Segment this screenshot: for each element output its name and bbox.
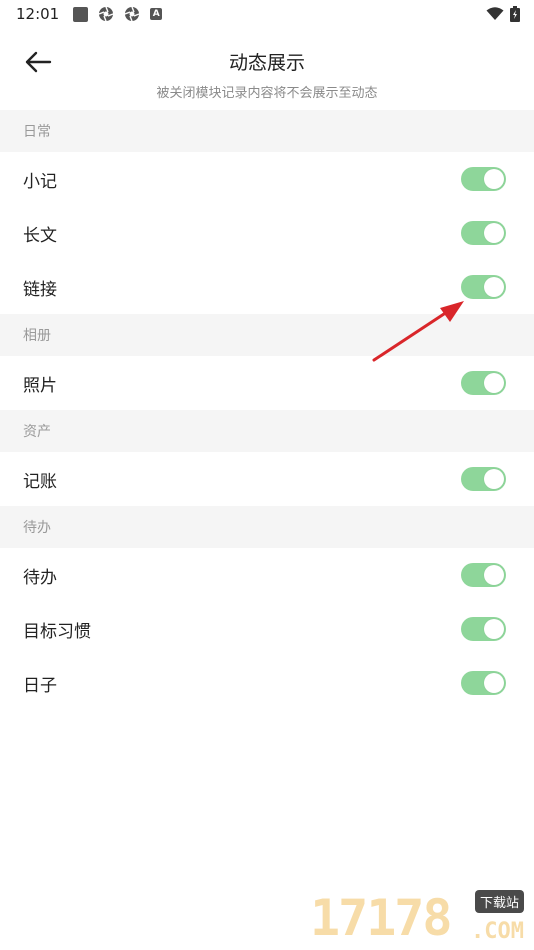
setting-row-days: 日子 <box>0 656 534 710</box>
battery-icon <box>510 6 520 22</box>
setting-label: 小记 <box>23 171 57 192</box>
settings-list: 日常 小记 长文 链接 相册 照片 资产 记账 待办 待办 目标习惯 日子 <box>0 110 534 710</box>
toggle-switch[interactable] <box>461 467 506 491</box>
status-icons-left: A <box>73 6 163 22</box>
status-time: 12:01 <box>16 5 60 23</box>
toggle-knob <box>484 619 504 639</box>
setting-label: 链接 <box>23 279 57 300</box>
annotation-arrow-icon <box>372 301 464 362</box>
setting-row-article: 长文 <box>0 206 534 260</box>
toggle-switch[interactable] <box>461 563 506 587</box>
watermark-badge: 下载站 <box>474 890 524 913</box>
a-icon: A <box>150 8 163 20</box>
square-icon <box>73 6 89 22</box>
setting-label: 照片 <box>23 375 57 396</box>
setting-label: 长文 <box>23 225 57 246</box>
section-header-daily: 日常 <box>0 110 534 152</box>
watermark-logo: 17178 下载站 .COM <box>310 890 530 946</box>
toggle-switch[interactable] <box>461 617 506 641</box>
status-bar: 12:01 A <box>0 0 534 28</box>
page-subtitle: 被关闭模块记录内容将不会展示至动态 <box>156 86 378 101</box>
setting-label: 日子 <box>23 675 57 696</box>
header: 动态展示 被关闭模块记录内容将不会展示至动态 <box>0 28 534 110</box>
status-icons-right <box>486 6 520 22</box>
setting-label: 待办 <box>23 567 57 588</box>
watermark-digits: 17178 <box>310 889 453 947</box>
toggle-switch[interactable] <box>461 371 506 395</box>
toggle-knob <box>484 169 504 189</box>
page-title: 动态展示 <box>228 52 305 74</box>
toggle-knob <box>484 277 504 297</box>
setting-row-note: 小记 <box>0 152 534 206</box>
watermark-suffix: .COM <box>471 919 524 944</box>
toggle-knob <box>484 373 504 393</box>
section-header-assets: 资产 <box>0 410 534 452</box>
gear-icon <box>98 6 114 22</box>
toggle-knob <box>484 565 504 585</box>
setting-row-goals: 目标习惯 <box>0 602 534 656</box>
setting-row-todo: 待办 <box>0 548 534 602</box>
toggle-switch[interactable] <box>461 221 506 245</box>
toggle-switch[interactable] <box>461 671 506 695</box>
wifi-icon <box>486 7 504 20</box>
gear-icon <box>124 6 140 22</box>
setting-row-bookkeeping: 记账 <box>0 452 534 506</box>
setting-label: 记账 <box>23 471 57 492</box>
section-header-todo: 待办 <box>0 506 534 548</box>
toggle-knob <box>484 673 504 693</box>
toggle-knob <box>484 223 504 243</box>
toggle-switch[interactable] <box>461 167 506 191</box>
setting-label: 目标习惯 <box>23 621 91 642</box>
toggle-knob <box>484 469 504 489</box>
